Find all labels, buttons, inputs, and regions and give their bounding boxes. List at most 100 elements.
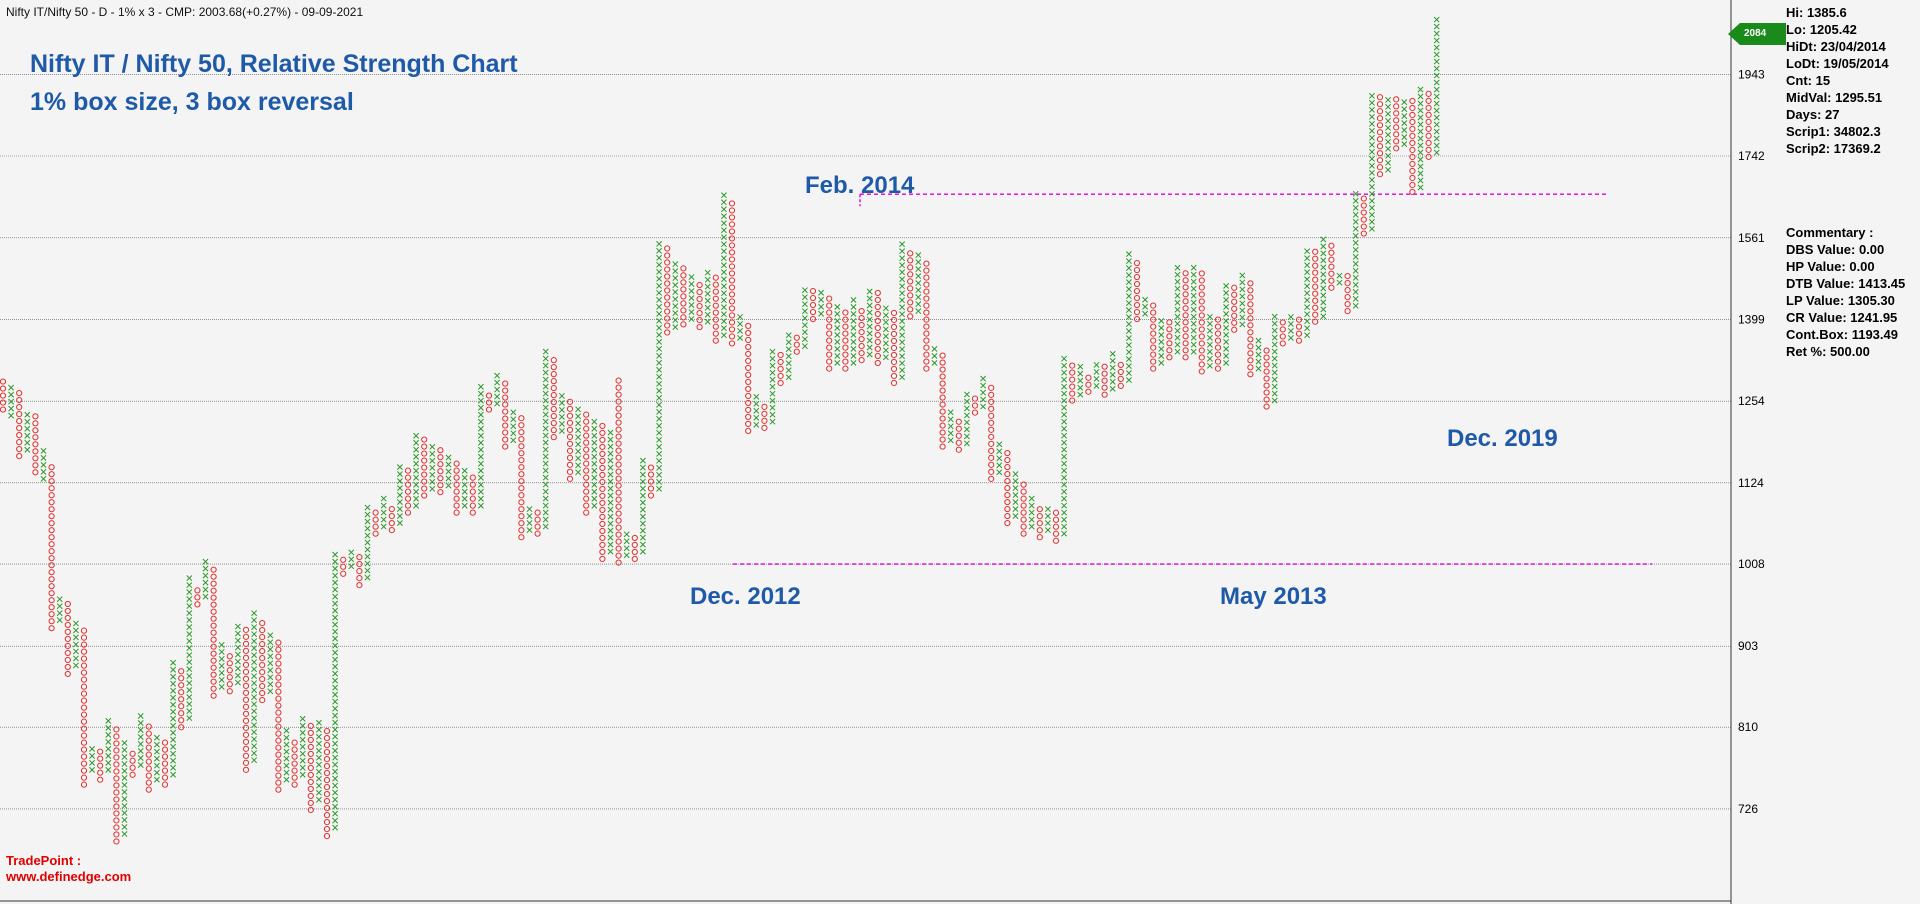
o-box	[631, 541, 638, 549]
o-box	[534, 523, 541, 530]
x-box	[1223, 352, 1230, 359]
o-column	[275, 639, 282, 793]
x-column	[477, 383, 484, 509]
x-box	[720, 262, 727, 269]
o-box	[583, 495, 590, 502]
x-box	[526, 506, 533, 513]
o-box	[647, 485, 655, 492]
x-box	[542, 376, 549, 383]
o-box	[874, 303, 881, 311]
o-box	[939, 366, 946, 373]
o-box	[80, 697, 88, 704]
o-box	[615, 454, 622, 461]
x-box	[170, 736, 177, 743]
o-box	[680, 272, 687, 279]
x-box	[170, 722, 177, 729]
x-box	[332, 705, 339, 712]
x-box	[251, 757, 258, 764]
o-column	[113, 726, 120, 845]
x-box	[332, 733, 339, 740]
o-column	[826, 295, 833, 372]
o-box	[1150, 309, 1157, 316]
x-box	[1028, 509, 1035, 516]
o-box	[356, 582, 363, 589]
o-box	[210, 622, 217, 629]
footer-website-link[interactable]: www.definedge.com	[6, 869, 131, 884]
x-column	[56, 596, 63, 624]
x-box	[283, 727, 290, 734]
x-box	[1352, 260, 1359, 267]
o-box	[583, 446, 590, 453]
o-box	[1198, 298, 1205, 305]
o-box	[1004, 498, 1011, 506]
x-box	[542, 509, 549, 516]
o-box	[1166, 347, 1173, 354]
o-box	[1198, 270, 1205, 277]
o-box	[1344, 279, 1351, 287]
o-box	[1101, 377, 1108, 384]
o-box	[809, 308, 817, 316]
x-box	[947, 437, 954, 444]
o-box	[680, 286, 687, 293]
x-box	[899, 255, 906, 262]
x-box	[186, 652, 193, 659]
x-box	[704, 283, 711, 290]
x-box	[137, 755, 144, 761]
x-box	[251, 715, 258, 722]
o-column	[64, 600, 71, 678]
o-box	[745, 427, 752, 435]
x-box	[121, 817, 128, 823]
x-box	[607, 492, 614, 499]
x-box	[623, 545, 630, 552]
x-box	[688, 316, 695, 322]
o-box	[323, 763, 331, 770]
x-box	[1401, 127, 1408, 134]
o-box	[1198, 312, 1205, 319]
o-box	[421, 492, 428, 499]
x-box	[121, 761, 128, 767]
x-box	[1271, 383, 1278, 390]
o-box	[1360, 216, 1367, 223]
x-box	[1368, 127, 1375, 134]
o-box	[210, 650, 217, 657]
o-box	[1312, 283, 1319, 290]
x-box	[1061, 432, 1068, 439]
o-box	[32, 455, 39, 462]
o-box	[826, 351, 833, 358]
x-box	[704, 304, 711, 311]
o-box	[469, 509, 476, 516]
x-box	[170, 666, 177, 673]
x-box	[1061, 446, 1068, 453]
o-box	[664, 252, 671, 259]
x-box	[834, 303, 841, 310]
x-box	[1417, 142, 1424, 149]
o-box	[275, 639, 282, 646]
x-box	[1206, 341, 1213, 348]
x-box	[299, 764, 306, 771]
x-box	[542, 355, 549, 362]
o-box	[907, 292, 914, 299]
x-box	[899, 360, 906, 367]
o-box	[469, 495, 476, 502]
x-box	[656, 401, 663, 408]
x-box	[1125, 335, 1132, 342]
o-box	[32, 448, 39, 455]
o-box	[1052, 523, 1060, 530]
o-box	[1263, 347, 1270, 354]
x-box	[267, 639, 274, 646]
y-tick-label: 1943	[1738, 68, 1765, 82]
o-box	[80, 732, 88, 739]
x-box	[234, 637, 241, 644]
o-box	[712, 309, 719, 316]
o-box	[275, 674, 282, 681]
o-box	[48, 478, 55, 485]
x-box	[1174, 327, 1181, 334]
x-box	[1061, 516, 1068, 523]
o-box	[745, 329, 752, 337]
x-box	[137, 713, 144, 719]
o-box	[664, 280, 671, 287]
x-box	[186, 701, 193, 708]
o-box	[242, 689, 250, 696]
o-box	[1036, 534, 1043, 541]
o-box	[971, 409, 979, 416]
